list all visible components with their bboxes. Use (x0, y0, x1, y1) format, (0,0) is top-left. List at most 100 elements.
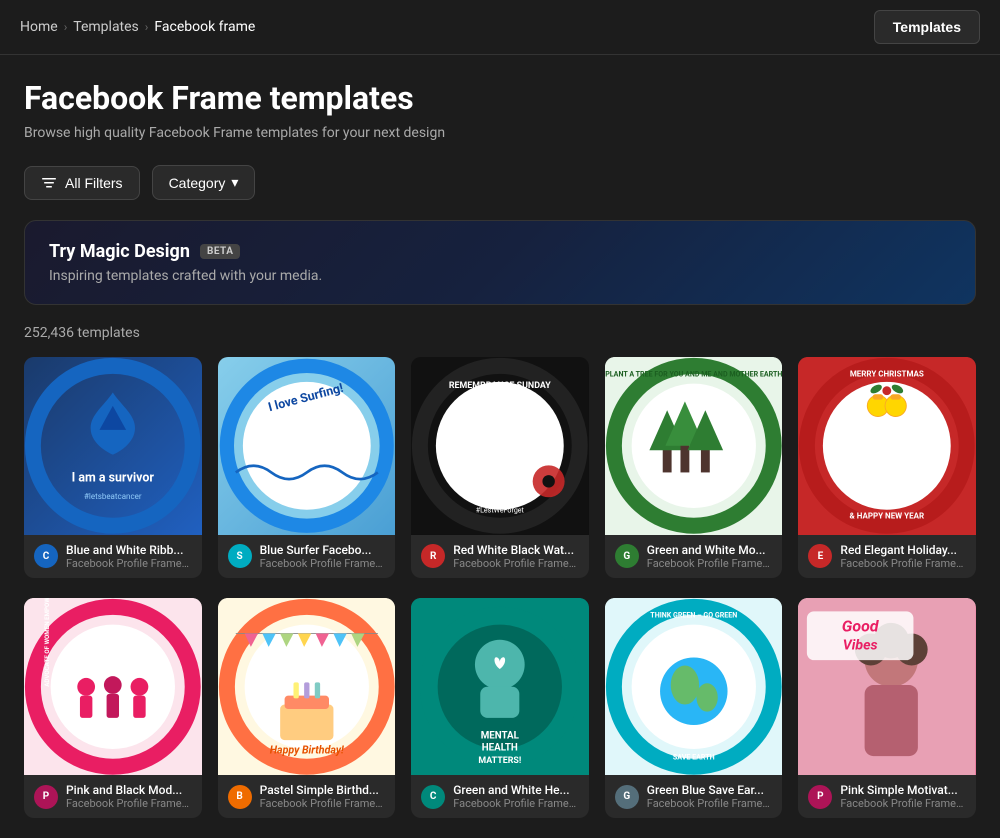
template-grid-row1: I am a survivor #letsbeatcancer C Blue a… (24, 357, 976, 598)
template-category-3: Facebook Profile Frame ... (453, 557, 579, 570)
top-navigation: Home › Templates › Facebook frame Templa… (0, 0, 1000, 55)
template-text-3: Red White Black Wat... Facebook Profile … (453, 543, 579, 570)
breadcrumb-templates[interactable]: Templates (73, 19, 139, 35)
template-info-1: C Blue and White Ribb... Facebook Profil… (24, 535, 202, 578)
breadcrumb-sep-1: › (64, 20, 68, 34)
template-category-10: Facebook Profile Frame ... (840, 797, 966, 810)
template-thumbnail-3: REMEMBRANCE SUNDAY 2023 #LestWeForget (411, 357, 589, 535)
template-card-10[interactable]: Good Vibes P Pink Simple Motivat... Face… (798, 598, 976, 819)
svg-text:THINK GREEN – GO GREEN: THINK GREEN – GO GREEN (650, 610, 737, 619)
template-card-5[interactable]: MERRY CHRISTMAS & HAPPY NEW YEAR E (798, 357, 976, 578)
template-thumbnail-8: MENTAL HEALTH MATTERS! (411, 598, 589, 776)
breadcrumb: Home › Templates › Facebook frame (20, 19, 255, 35)
template-info-2: S Blue Surfer Facebo... Facebook Profile… (218, 535, 396, 578)
avatar-4: G (615, 544, 639, 568)
template-name-10: Pink Simple Motivat... (840, 783, 966, 797)
frame-svg-6: ADVOCATE OF WOMEN EMPOWERMENT (24, 598, 202, 776)
template-thumbnail-7: Happy Birthday! (218, 598, 396, 776)
svg-text:SAVE EARTH: SAVE EARTH (673, 752, 715, 761)
avatar-9: G (615, 785, 639, 809)
template-text-2: Blue Surfer Facebo... Facebook Profile F… (260, 543, 386, 570)
template-thumbnail-2: I love Surfing! (218, 357, 396, 535)
svg-text:HEALTH: HEALTH (482, 742, 518, 753)
template-name-8: Green and White He... (453, 783, 579, 797)
template-card-8[interactable]: MENTAL HEALTH MATTERS! C Green and White… (411, 598, 589, 819)
svg-text:Happy Birthday!: Happy Birthday! (269, 743, 343, 756)
templates-nav-button[interactable]: Templates (874, 10, 980, 44)
template-name-1: Blue and White Ribb... (66, 543, 192, 557)
template-info-10: P Pink Simple Motivat... Facebook Profil… (798, 775, 976, 818)
template-text-7: Pastel Simple Birthd... Facebook Profile… (260, 783, 386, 810)
frame-svg-4: PLANT A TREE FOR YOU AND ME AND MOTHER E… (605, 357, 783, 535)
category-filter-button[interactable]: Category ▾ (152, 165, 256, 200)
avatar-8: C (421, 785, 445, 809)
template-category-6: Facebook Profile Frame ... (66, 797, 192, 810)
template-info-9: G Green Blue Save Ear... Facebook Profil… (605, 775, 783, 818)
template-category-2: Facebook Profile Frame ... (260, 557, 386, 570)
template-card-2[interactable]: I love Surfing! S Blue Surfer Facebo... … (218, 357, 396, 578)
template-name-6: Pink and Black Mod... (66, 783, 192, 797)
avatar-5: E (808, 544, 832, 568)
magic-banner-header: Try Magic Design BETA (49, 241, 951, 262)
magic-design-subtitle: Inspiring templates crafted with your me… (49, 268, 951, 284)
template-text-5: Red Elegant Holiday... Facebook Profile … (840, 543, 966, 570)
template-card-7[interactable]: Happy Birthday! B Pastel Simple Birthd..… (218, 598, 396, 819)
template-card-9[interactable]: THINK GREEN – GO GREEN SAVE EARTH G Gree… (605, 598, 783, 819)
all-filters-button[interactable]: All Filters (24, 166, 140, 200)
template-thumbnail-5: MERRY CHRISTMAS & HAPPY NEW YEAR (798, 357, 976, 535)
template-category-9: Facebook Profile Frame ... (647, 797, 773, 810)
page-subtitle: Browse high quality Facebook Frame templ… (24, 125, 976, 141)
avatar-2: S (228, 544, 252, 568)
template-text-4: Green and White Mo... Facebook Profile F… (647, 543, 773, 570)
svg-text:PLANT A TREE FOR YOU AND ME AN: PLANT A TREE FOR YOU AND ME AND MOTHER E… (605, 370, 782, 379)
template-card-4[interactable]: PLANT A TREE FOR YOU AND ME AND MOTHER E… (605, 357, 783, 578)
page-title: Facebook Frame templates (24, 79, 976, 117)
template-text-6: Pink and Black Mod... Facebook Profile F… (66, 783, 192, 810)
avatar-10: P (808, 785, 832, 809)
svg-text:ADVOCATE OF WOMEN EMPOWERMENT: ADVOCATE OF WOMEN EMPOWERMENT (43, 598, 51, 687)
template-info-7: B Pastel Simple Birthd... Facebook Profi… (218, 775, 396, 818)
template-info-5: E Red Elegant Holiday... Facebook Profil… (798, 535, 976, 578)
template-card-6[interactable]: ADVOCATE OF WOMEN EMPOWERMENT P Pink and… (24, 598, 202, 819)
svg-text:Vibes: Vibes (843, 637, 878, 653)
svg-text:#LestWeForget: #LestWeForget (476, 505, 525, 514)
template-count: 252,436 templates (24, 325, 976, 341)
magic-design-banner[interactable]: Try Magic Design BETA Inspiring template… (24, 220, 976, 305)
avatar-7: B (228, 785, 252, 809)
template-category-5: Facebook Profile Frame ... (840, 557, 966, 570)
template-info-3: R Red White Black Wat... Facebook Profil… (411, 535, 589, 578)
template-category-7: Facebook Profile Frame ... (260, 797, 386, 810)
breadcrumb-sep-2: › (145, 20, 149, 34)
beta-badge: BETA (200, 244, 241, 259)
avatar-6: P (34, 785, 58, 809)
breadcrumb-current: Facebook frame (154, 19, 255, 35)
frame-svg-2: I love Surfing! (218, 357, 396, 535)
template-grid-row2: ADVOCATE OF WOMEN EMPOWERMENT P Pink and… (24, 598, 976, 838)
template-thumbnail-9: THINK GREEN – GO GREEN SAVE EARTH (605, 598, 783, 776)
template-name-9: Green Blue Save Ear... (647, 783, 773, 797)
template-name-7: Pastel Simple Birthd... (260, 783, 386, 797)
filter-icon (41, 175, 57, 191)
template-info-8: C Green and White He... Facebook Profile… (411, 775, 589, 818)
template-name-2: Blue Surfer Facebo... (260, 543, 386, 557)
template-text-9: Green Blue Save Ear... Facebook Profile … (647, 783, 773, 810)
chevron-down-icon: ▾ (231, 174, 238, 191)
template-text-10: Pink Simple Motivat... Facebook Profile … (840, 783, 966, 810)
svg-text:#letsbeatcancer: #letsbeatcancer (84, 492, 142, 501)
template-card-3[interactable]: REMEMBRANCE SUNDAY 2023 #LestWeForget R … (411, 357, 589, 578)
template-category-8: Facebook Profile Frame ... (453, 797, 579, 810)
template-info-4: G Green and White Mo... Facebook Profile… (605, 535, 783, 578)
avatar-3: R (421, 544, 445, 568)
template-category-4: Facebook Profile Frame ... (647, 557, 773, 570)
template-name-5: Red Elegant Holiday... (840, 543, 966, 557)
filter-bar: All Filters Category ▾ (24, 165, 976, 200)
template-info-6: P Pink and Black Mod... Facebook Profile… (24, 775, 202, 818)
template-card-1[interactable]: I am a survivor #letsbeatcancer C Blue a… (24, 357, 202, 578)
svg-text:REMEMBRANCE SUNDAY: REMEMBRANCE SUNDAY (449, 381, 551, 391)
template-name-3: Red White Black Wat... (453, 543, 579, 557)
svg-text:I am a survivor: I am a survivor (72, 470, 155, 485)
all-filters-label: All Filters (65, 175, 123, 191)
svg-text:& HAPPY NEW YEAR: & HAPPY NEW YEAR (850, 512, 925, 521)
svg-text:Good: Good (842, 616, 880, 635)
breadcrumb-home[interactable]: Home (20, 19, 58, 35)
